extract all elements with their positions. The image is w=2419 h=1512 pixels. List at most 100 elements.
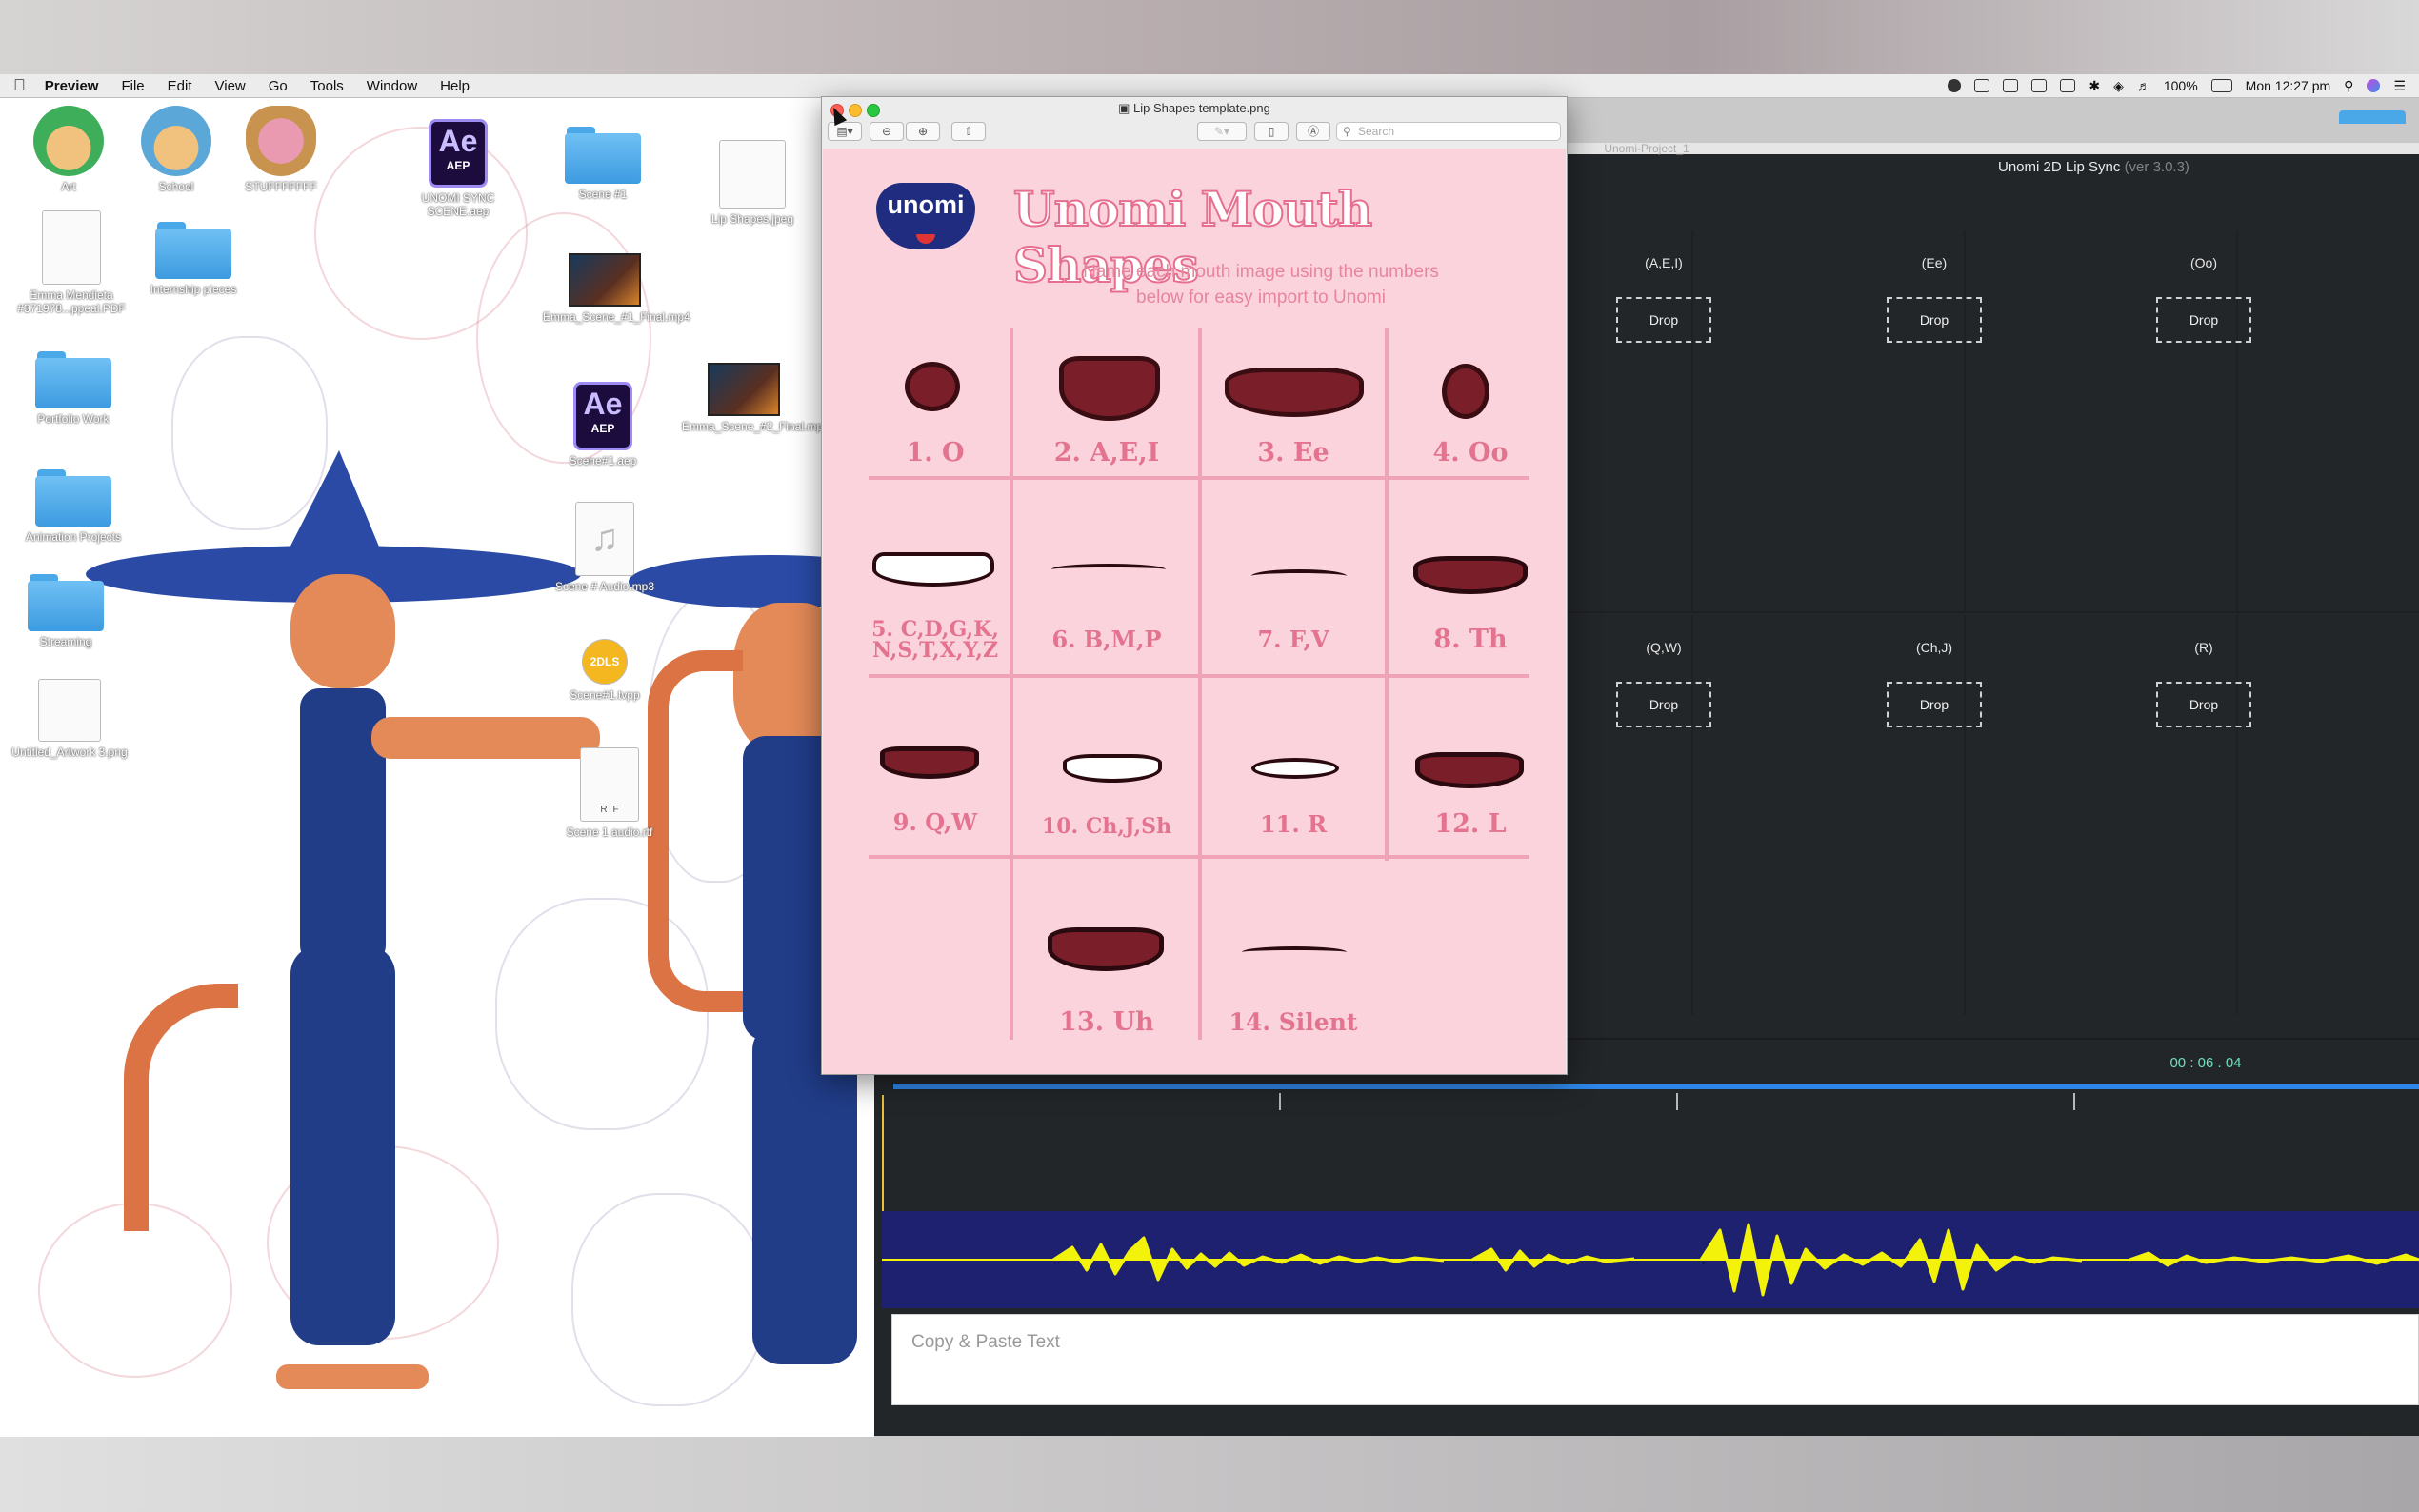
folder-icon xyxy=(155,222,231,279)
cloud-icon[interactable] xyxy=(1974,79,1990,92)
slot-label-qw: (Q,W) xyxy=(1646,640,1682,655)
status-area: ✱ ◈ ♬ 100% Mon 12:27 pm ⚲ ☰ xyxy=(1948,74,2406,97)
menu-go[interactable]: Go xyxy=(257,78,299,94)
shape-label-3: 3. Ee xyxy=(1257,438,1329,468)
rotate-button[interactable]: ▯ xyxy=(1254,122,1289,141)
desktop-icon-stuff[interactable]: STUFFFFFFF xyxy=(219,106,343,193)
background-top xyxy=(0,0,2419,74)
image-file-icon: ▣ xyxy=(1118,101,1134,115)
mouth-shape-ee xyxy=(1225,368,1364,417)
search-input[interactable]: ⚲ Search xyxy=(1336,122,1561,141)
desktop-icon-scene-2-mp4[interactable]: Emma_Scene_#2_Final.mp4 xyxy=(682,363,830,433)
drop-zone-aei[interactable]: Drop xyxy=(1616,297,1711,343)
desktop-icon-scene-1-folder[interactable]: Scene #1 xyxy=(541,127,665,201)
desktop-icon-streaming-folder[interactable]: Streaming xyxy=(4,574,128,648)
zoom-in-button[interactable]: ⊕ xyxy=(906,122,940,141)
timeline-tick xyxy=(1279,1093,1281,1110)
audio-waveform[interactable] xyxy=(882,1211,2419,1308)
slot-column xyxy=(1691,230,1966,611)
desktop-icon-art[interactable]: Art xyxy=(7,106,130,193)
spotlight-search-icon[interactable]: ⚲ xyxy=(2344,78,2353,94)
mouth-shape-bmp xyxy=(1051,564,1166,575)
grid-line xyxy=(869,855,1529,859)
slot-column xyxy=(1964,615,2238,1015)
grid-line xyxy=(1010,328,1013,1040)
mouth-shape-silent xyxy=(1242,946,1347,958)
menu-file[interactable]: File xyxy=(110,78,155,94)
menu-tools[interactable]: Tools xyxy=(299,78,355,94)
shape-label-11: 11. R xyxy=(1259,810,1328,838)
bluetooth-icon[interactable]: ✱ xyxy=(2089,78,2100,94)
slot-column xyxy=(2236,615,2419,1015)
video-thumbnail xyxy=(708,363,780,416)
menu-edit[interactable]: Edit xyxy=(156,78,204,94)
after-effects-icon: Ae AEP xyxy=(573,382,632,450)
volume-icon[interactable]: ♬ xyxy=(2137,78,2150,93)
markup-pen-button[interactable]: ✎▾ xyxy=(1197,122,1247,141)
notification-center-icon[interactable]: ☰ xyxy=(2393,78,2406,94)
desktop-icon-untitled-artwork[interactable]: Untitled_Artwork 3.png xyxy=(8,679,131,759)
drop-zone-r[interactable]: Drop xyxy=(2156,682,2251,727)
desktop-icon-portfolio-folder[interactable]: Portfolio Work xyxy=(11,351,135,426)
desktop: Art School STUFFFFFFF Ae AEP UNOMI SYNC S… xyxy=(0,98,874,1437)
desktop-icon-internship-folder[interactable]: Internship pieces xyxy=(131,222,255,296)
mouth-shape-cdg xyxy=(872,552,994,587)
menu-app-preview[interactable]: Preview xyxy=(33,78,110,94)
share-button[interactable]: ⇧ xyxy=(951,122,986,141)
background-bottom xyxy=(0,1436,2419,1512)
clock[interactable]: Mon 12:27 pm xyxy=(2246,78,2331,93)
menu-help[interactable]: Help xyxy=(429,78,481,94)
desktop-icon-unomi-sync-aep[interactable]: Ae AEP UNOMI SYNC SCENE.aep xyxy=(396,119,520,218)
markup-toolbar-button[interactable]: Ⓐ xyxy=(1296,122,1330,141)
screen-mirror-icon[interactable] xyxy=(2031,79,2048,92)
preview-title: ▣ Lip Shapes template.png xyxy=(1118,101,1270,115)
shape-label-8: 8. Th xyxy=(1433,625,1508,654)
battery-icon[interactable] xyxy=(2210,79,2232,92)
pdf-file-icon xyxy=(42,210,101,285)
unomi-app-title: Unomi 2D Lip Sync (ver 3.0.3) xyxy=(1998,159,2189,175)
desktop-icon-audio-mp3[interactable]: ♫ Scene # Audio.mp3 xyxy=(543,502,667,593)
drop-zone-chj[interactable]: Drop xyxy=(1887,682,1982,727)
timeline-scrubber[interactable] xyxy=(893,1084,2419,1089)
record-icon[interactable] xyxy=(1948,79,1962,92)
folder-icon xyxy=(35,469,111,527)
apple-icon[interactable]:  xyxy=(0,76,33,95)
after-effects-icon: Ae AEP xyxy=(429,119,488,188)
image-file-icon xyxy=(719,140,786,209)
zoom-out-button[interactable]: ⊖ xyxy=(870,122,904,141)
mouth-shape-aei xyxy=(1059,356,1160,421)
desktop-icon-scene-1-aep[interactable]: Ae AEP Scene#1.aep xyxy=(541,382,665,468)
desktop-icon-lip-shapes-jpeg[interactable]: Lip Shapes.jpeg xyxy=(690,140,814,226)
video-thumbnail xyxy=(569,253,641,307)
wifi-icon[interactable]: ◈ xyxy=(2113,78,2124,94)
grid-line xyxy=(869,674,1529,678)
slot-label-r: (R) xyxy=(2194,640,2213,655)
drop-zone-ee[interactable]: Drop xyxy=(1887,297,1982,343)
mouth-shape-uh xyxy=(1048,927,1164,971)
desktop-icon-animation-projects-folder[interactable]: Animation Projects xyxy=(11,469,135,544)
shape-label-6: 6. B,M,P xyxy=(1051,626,1162,653)
desktop-icon-scene-1-mp4[interactable]: Emma_Scene_#1_Final.mp4 xyxy=(543,253,690,324)
display-icon[interactable] xyxy=(2060,79,2076,92)
menu-view[interactable]: View xyxy=(204,78,257,94)
text-input-area[interactable]: Copy & Paste Text xyxy=(891,1314,2419,1405)
shape-label-4: 4. Oo xyxy=(1432,438,1509,468)
desktop-icon-scene-tvpp[interactable]: 2DLS Scene#1.tvpp xyxy=(543,639,667,702)
desktop-icon-pdf[interactable]: Emma Mendieta #371978...ppeal.PDF xyxy=(10,210,133,315)
desktop-icon-audio-rtf[interactable]: RTF Scene 1 audio.rtf xyxy=(548,747,671,839)
slot-label-ee: (Ee) xyxy=(1921,255,1948,270)
sidebar-toggle-button[interactable]: ▤▾ xyxy=(828,122,862,141)
menu-window[interactable]: Window xyxy=(355,78,429,94)
mouth-shape-chj xyxy=(1063,754,1162,783)
search-icon: ⚲ xyxy=(1343,125,1351,138)
siri-icon[interactable] xyxy=(2367,79,2381,92)
timeline-tick xyxy=(2073,1093,2075,1110)
slot-label-oo: (Oo) xyxy=(2190,255,2217,270)
drop-zone-qw[interactable]: Drop xyxy=(1616,682,1711,727)
slot-label-aei: (A,E,I) xyxy=(1645,255,1683,270)
timeline-tick xyxy=(1676,1093,1678,1110)
drop-zone-oo[interactable]: Drop xyxy=(2156,297,2251,343)
shape-label-13: 13. Uh xyxy=(1059,1007,1154,1037)
app-status-icon[interactable] xyxy=(2003,79,2019,92)
preview-toolbar: ▤▾ ⊖ ⊕ ⇧ ✎▾ ▯ Ⓐ ⚲ Search xyxy=(822,118,1567,149)
